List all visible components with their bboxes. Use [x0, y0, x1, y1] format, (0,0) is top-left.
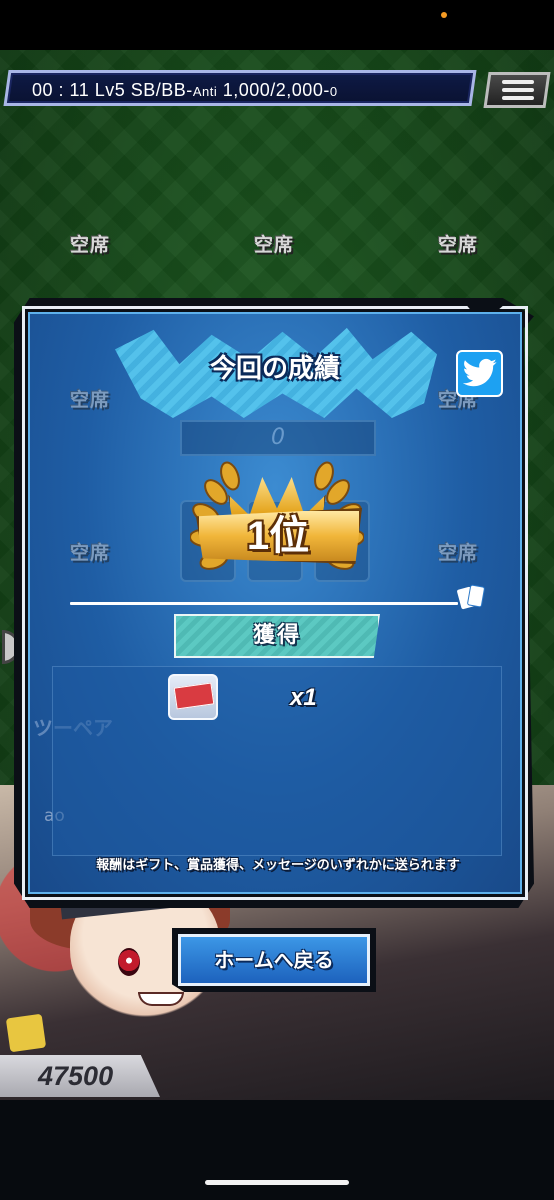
hamburger-menu-icon[interactable] [502, 80, 534, 100]
return-home-button-label[interactable]: ホームへ戻る [178, 934, 370, 986]
acquire-label: 獲得 [252, 623, 301, 648]
character-mouth [138, 992, 184, 1006]
ante-label: Anti [192, 84, 218, 99]
empty-seat-label: 空席 [69, 389, 110, 411]
blinds-value: 1,000/2,000- [222, 80, 330, 100]
home-indicator[interactable] [205, 1180, 349, 1185]
twitter-bird-icon [462, 358, 497, 387]
divider-line [70, 602, 458, 605]
sticker-icon [5, 1013, 47, 1053]
character-eye [118, 948, 140, 976]
empty-seat-label: 空席 [437, 542, 478, 564]
pot-value: 0 [271, 425, 285, 450]
empty-seat-label: 空席 [69, 234, 110, 256]
cards-icon [457, 584, 485, 610]
ante-value: 0 [329, 84, 338, 99]
level-label: Lv5 [94, 80, 126, 100]
player-chip-count: 47500 [38, 1061, 114, 1091]
bottom-safe-area [0, 1100, 554, 1200]
result-title: 今回の成績 [209, 354, 340, 384]
status-bar [0, 0, 554, 50]
blinds-label: SB/BB- [130, 80, 193, 100]
recording-dot-icon [441, 12, 447, 18]
empty-seat-label: 空席 [253, 234, 294, 256]
blind-info-text: 00 : 11 Lv5 SB/BB-Anti 1,000/2,000-0 [32, 78, 338, 102]
empty-seat-label: 空席 [69, 542, 110, 564]
reward-delivery-notice: 報酬はギフト、賞品獲得、メッセージのいずれかに送られます [96, 858, 460, 873]
twitter-share-button[interactable] [456, 350, 503, 397]
rewards-panel [52, 666, 502, 856]
rank-label: 1位 [246, 514, 310, 558]
empty-seat-label: 空席 [437, 234, 478, 256]
reward-quantity: x1 [290, 684, 317, 711]
elapsed-time: 00 : 11 [32, 80, 90, 100]
